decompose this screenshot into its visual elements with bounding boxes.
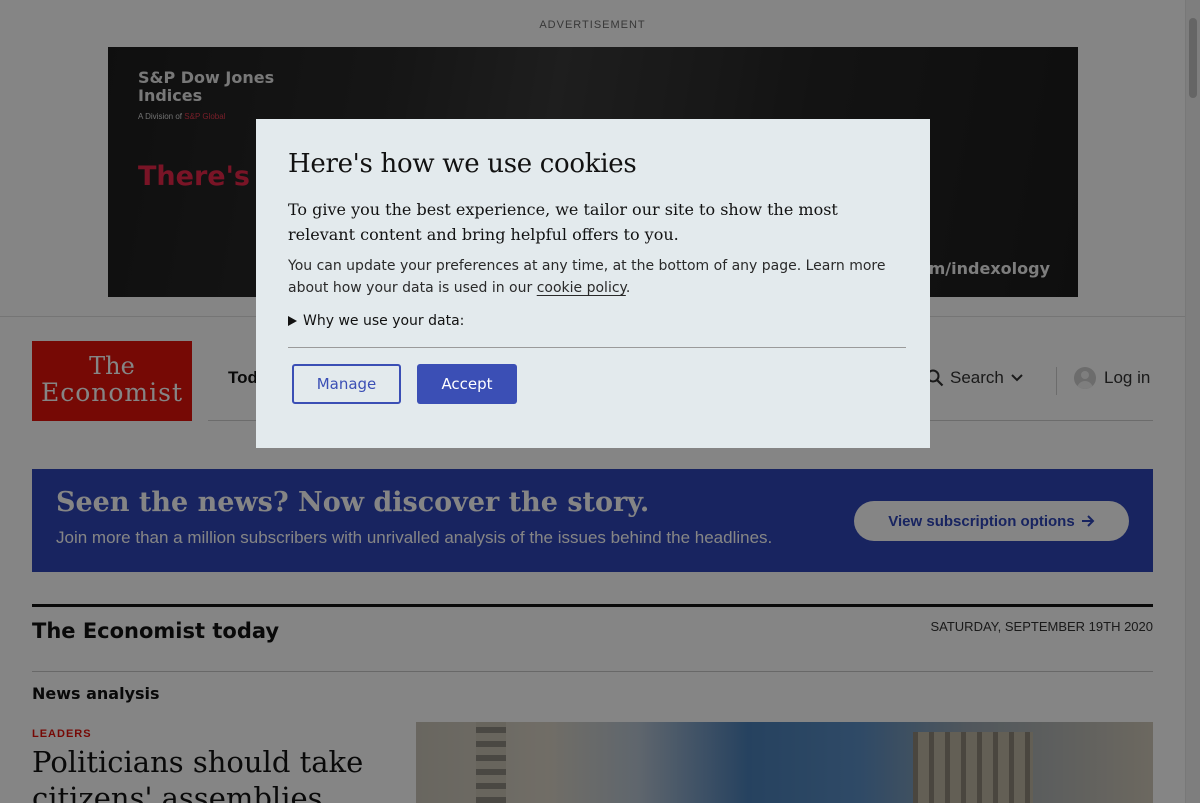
dialog-lead: To give you the best experience, we tail… bbox=[288, 200, 838, 244]
dialog-body: You can update your preferences at any t… bbox=[288, 255, 906, 299]
accept-button[interactable]: Accept bbox=[417, 364, 517, 404]
dialog-actions: Manage Accept bbox=[288, 364, 906, 404]
cookie-consent-dialog: Here's how we use cookies To give you th… bbox=[256, 119, 930, 448]
dialog-body-end: . bbox=[625, 280, 631, 296]
why-we-use-data-toggle[interactable]: Why we use your data: bbox=[288, 313, 906, 348]
disclosure-triangle-icon bbox=[288, 316, 297, 326]
manage-button[interactable]: Manage bbox=[292, 364, 401, 404]
dialog-title: Here's how we use cookies bbox=[288, 149, 637, 179]
why-label: Why we use your data: bbox=[303, 313, 465, 329]
cookie-policy-link[interactable]: cookie policy bbox=[537, 280, 626, 296]
